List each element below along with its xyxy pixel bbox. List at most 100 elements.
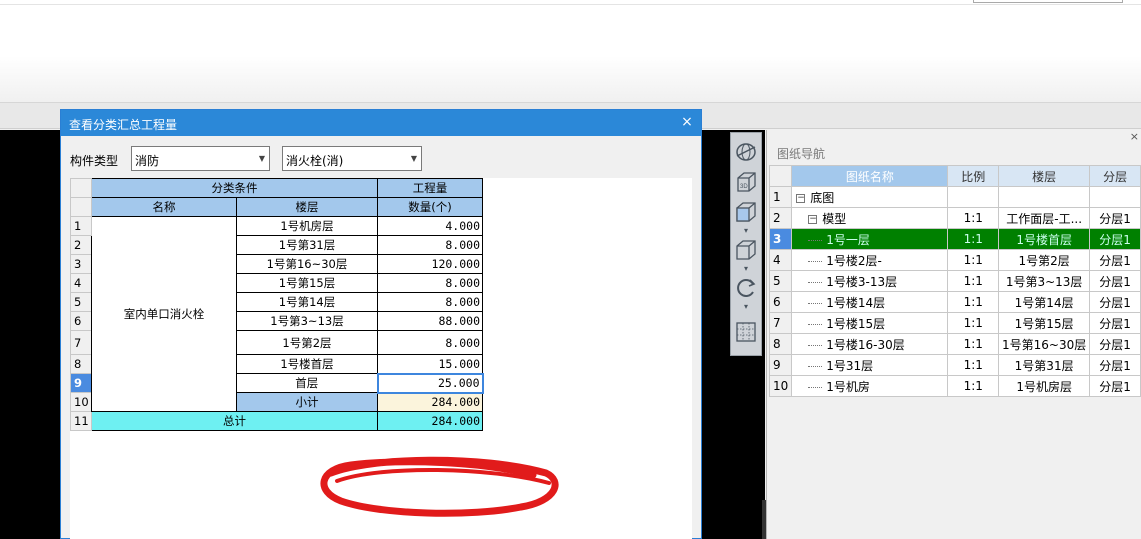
layer-cell[interactable]: 分层1 <box>1089 228 1141 250</box>
drawing-name-cell[interactable]: 1号楼2层- <box>791 249 949 271</box>
chevron-down-icon[interactable]: ▼ <box>259 154 265 163</box>
component-subtype-select[interactable]: 消火栓(消) ▼ <box>282 146 422 171</box>
globe-icon[interactable] <box>734 139 758 165</box>
column-header-layer[interactable]: 分层 <box>1089 165 1141 187</box>
cube-front-icon[interactable] <box>734 199 758 225</box>
grid-settings-icon[interactable] <box>734 319 758 345</box>
row-number[interactable]: 6 <box>768 291 793 313</box>
layer-cell[interactable]: 分层1 <box>1089 312 1141 334</box>
scale-cell[interactable] <box>947 186 1000 208</box>
floor-cell[interactable]: 1号第16~30层 <box>998 333 1091 355</box>
subtotal-label[interactable]: 小计 <box>236 392 378 412</box>
column-header-drawing-name[interactable]: 图纸名称 <box>791 165 949 187</box>
scale-cell[interactable]: 1:1 <box>947 270 1000 292</box>
scale-cell[interactable]: 1:1 <box>947 228 1000 250</box>
close-icon[interactable]: × <box>679 114 695 130</box>
navigator-row[interactable]: 6 1号楼14层 1:1 1号第14层 分层1 <box>768 291 1141 313</box>
floor-cell[interactable]: 1号楼首层 <box>236 354 378 374</box>
row-number[interactable]: 10 <box>70 392 92 412</box>
drawing-name-cell[interactable]: 1号楼14层 <box>791 291 949 313</box>
layer-cell[interactable]: 分层1 <box>1089 249 1141 271</box>
layer-cell[interactable]: 分层1 <box>1089 207 1141 229</box>
item-name-cell[interactable]: 室内单口消火栓 <box>91 216 237 412</box>
row-number[interactable]: 6 <box>70 311 92 331</box>
navigator-row[interactable]: 4 1号楼2层- 1:1 1号第2层 分层1 <box>768 249 1141 271</box>
floor-cell[interactable]: 1号第14层 <box>998 291 1091 313</box>
floor-cell[interactable]: 工作面层-工... <box>998 207 1091 229</box>
component-type-select[interactable]: 消防 ▼ <box>131 146 270 171</box>
scale-cell[interactable]: 1:1 <box>947 291 1000 313</box>
chevron-down-icon[interactable]: ▼ <box>411 154 417 163</box>
qty-cell[interactable]: 8.000 <box>377 273 483 293</box>
chevron-down-icon[interactable]: ▾ <box>742 303 750 311</box>
qty-cell[interactable]: 120.000 <box>377 254 483 274</box>
cube-icon[interactable] <box>734 237 758 263</box>
layer-cell[interactable]: 分层1 <box>1089 291 1141 313</box>
navigator-row[interactable]: 5 1号楼3-13层 1:1 1号第3~13层 分层1 <box>768 270 1141 292</box>
layer-cell[interactable]: 分层1 <box>1089 354 1141 376</box>
floor-cell[interactable]: 1号第14层 <box>236 292 378 312</box>
row-number[interactable]: 4 <box>768 249 793 271</box>
rotate-icon[interactable] <box>734 275 758 301</box>
navigator-row[interactable]: 8 1号楼16-30层 1:1 1号第16~30层 分层1 <box>768 333 1141 355</box>
row-number[interactable]: 7 <box>768 312 793 334</box>
scale-cell[interactable]: 1:1 <box>947 375 1000 397</box>
scale-cell[interactable]: 1:1 <box>947 354 1000 376</box>
tree-collapse-icon[interactable]: − <box>808 214 818 224</box>
drawing-name-cell[interactable]: 1号楼16-30层 <box>791 333 949 355</box>
layer-cell[interactable] <box>1089 186 1141 208</box>
view-3d-icon[interactable]: 3D <box>734 169 758 195</box>
scale-cell[interactable]: 1:1 <box>947 207 1000 229</box>
column-header-scale[interactable]: 比例 <box>947 165 1000 187</box>
row-number[interactable]: 9 <box>70 373 92 393</box>
navigator-row[interactable]: 10 1号机房 1:1 1号机房层 分层1 <box>768 375 1141 397</box>
qty-cell[interactable]: 8.000 <box>377 235 483 255</box>
navigator-row[interactable]: 2− 模型 1:1 工作面层-工... 分层1 <box>768 207 1141 229</box>
row-number[interactable]: 3 <box>70 254 92 274</box>
qty-cell[interactable]: 8.000 <box>377 330 483 355</box>
navigator-row[interactable]: 9 1号31层 1:1 1号第31层 分层1 <box>768 354 1141 376</box>
layer-cell[interactable]: 分层1 <box>1089 375 1141 397</box>
drawing-name-cell[interactable]: 1号机房 <box>791 375 949 397</box>
row-number[interactable]: 5 <box>768 270 793 292</box>
floor-cell[interactable]: 1号第3~13层 <box>236 311 378 331</box>
scale-cell[interactable]: 1:1 <box>947 249 1000 271</box>
drawing-name-cell[interactable]: 1号一层 <box>791 228 949 250</box>
floor-cell[interactable]: 1号第31层 <box>998 354 1091 376</box>
row-number[interactable]: 3 <box>768 228 793 250</box>
chevron-down-icon[interactable]: ▾ <box>742 227 750 235</box>
drawing-name-cell[interactable]: 1号31层 <box>791 354 949 376</box>
scale-cell[interactable]: 1:1 <box>947 333 1000 355</box>
row-number[interactable]: 9 <box>768 354 793 376</box>
total-qty[interactable]: 284.000 <box>377 411 483 431</box>
row-number[interactable]: 1 <box>768 186 793 208</box>
chevron-down-icon[interactable]: ▾ <box>742 265 750 273</box>
close-icon[interactable]: × <box>1130 130 1139 143</box>
floor-cell[interactable]: 1号第31层 <box>236 235 378 255</box>
row-number[interactable]: 8 <box>768 333 793 355</box>
row-number[interactable]: 7 <box>70 330 92 355</box>
floor-cell[interactable]: 1号第16~30层 <box>236 254 378 274</box>
row-number[interactable]: 1 <box>70 216 92 236</box>
floor-cell[interactable] <box>998 186 1091 208</box>
floor-cell[interactable]: 1号第2层 <box>236 330 378 355</box>
row-number[interactable]: 4 <box>70 273 92 293</box>
floor-cell[interactable]: 1号第2层 <box>998 249 1091 271</box>
row-number[interactable]: 8 <box>70 354 92 374</box>
drawing-name-cell[interactable]: 1号楼3-13层 <box>791 270 949 292</box>
floor-cell[interactable]: 1号机房层 <box>998 375 1091 397</box>
scale-cell[interactable]: 1:1 <box>947 312 1000 334</box>
qty-cell[interactable]: 15.000 <box>377 354 483 374</box>
navigator-row[interactable]: 7 1号楼15层 1:1 1号第15层 分层1 <box>768 312 1141 334</box>
qty-cell[interactable]: 88.000 <box>377 311 483 331</box>
drawing-name-cell[interactable]: − 底图 <box>791 186 949 208</box>
ribbon-combo-box[interactable] <box>973 0 1123 3</box>
floor-cell[interactable]: 1号第15层 <box>236 273 378 293</box>
floor-cell[interactable]: 1号第3~13层 <box>998 270 1091 292</box>
row-number[interactable]: 5 <box>70 292 92 312</box>
navigator-row[interactable]: 1− 底图 <box>768 186 1141 208</box>
drawing-name-cell[interactable]: − 模型 <box>791 207 949 229</box>
qty-cell[interactable]: 25.000 <box>376 372 484 394</box>
floor-cell[interactable]: 1号第15层 <box>998 312 1091 334</box>
floor-cell[interactable]: 1号机房层 <box>236 216 378 236</box>
